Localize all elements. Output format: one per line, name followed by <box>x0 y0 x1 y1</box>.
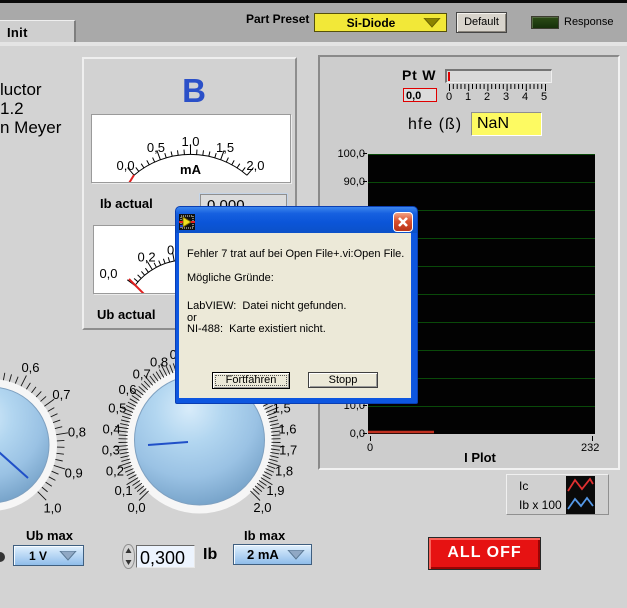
svg-text:1,9: 1,9 <box>266 483 284 498</box>
svg-text:0,2: 0,2 <box>106 464 124 479</box>
svg-text:1,7: 1,7 <box>279 443 297 458</box>
svg-text:1,0: 1,0 <box>181 134 199 149</box>
svg-text:1,6: 1,6 <box>278 421 296 436</box>
svg-text:0,8: 0,8 <box>150 354 168 369</box>
svg-text:0,0: 0,0 <box>117 158 135 173</box>
svg-text:1,5: 1,5 <box>216 140 234 155</box>
svg-text:0,9: 0,9 <box>65 466 83 481</box>
svg-text:0,7: 0,7 <box>133 366 151 381</box>
svg-text:0,2: 0,2 <box>138 250 156 265</box>
svg-text:1,0: 1,0 <box>43 501 61 516</box>
svg-text:0,5: 0,5 <box>147 140 165 155</box>
svg-text:0,6: 0,6 <box>21 360 39 375</box>
svg-text:0,7: 0,7 <box>52 387 70 402</box>
svg-text:1,8: 1,8 <box>275 464 293 479</box>
svg-text:0,3: 0,3 <box>102 443 120 458</box>
svg-text:0,5: 0,5 <box>108 401 126 416</box>
svg-text:2,0: 2,0 <box>246 158 264 173</box>
svg-text:0,8: 0,8 <box>68 425 86 440</box>
svg-text:0,0: 0,0 <box>128 500 146 515</box>
svg-text:0,4: 0,4 <box>103 421 121 436</box>
svg-text:0,0: 0,0 <box>99 266 117 281</box>
svg-text:2,0: 2,0 <box>253 500 271 515</box>
svg-text:0,1: 0,1 <box>115 483 133 498</box>
svg-text:0,6: 0,6 <box>118 382 136 397</box>
svg-text:mA: mA <box>180 162 202 177</box>
